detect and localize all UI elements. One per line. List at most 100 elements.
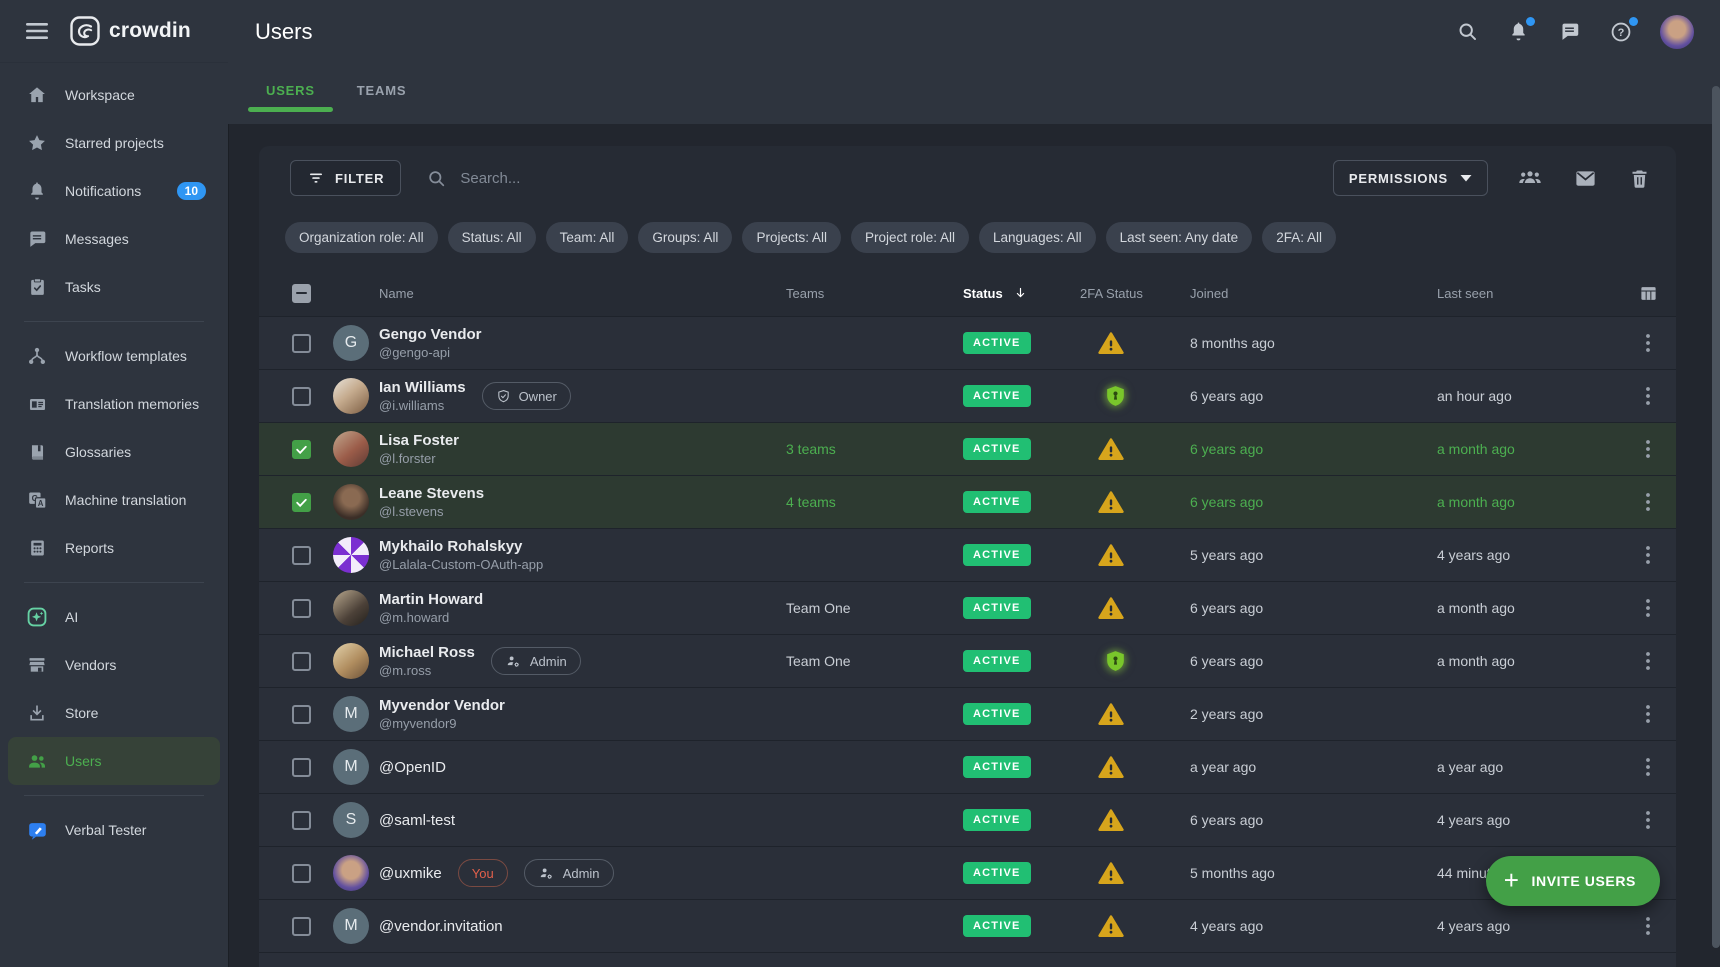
row-menu-button[interactable] (1640, 328, 1656, 358)
twofa-enabled-shield-icon (1098, 644, 1133, 679)
search-input[interactable] (458, 169, 758, 188)
row-menu-button[interactable] (1640, 434, 1656, 464)
help-button[interactable]: ? (1608, 19, 1634, 45)
twofa-warning-icon (1098, 807, 1124, 833)
filter-chip[interactable]: Languages: All (979, 222, 1096, 253)
joined-cell: 6 years ago (1190, 653, 1437, 669)
tab-teams[interactable]: TEAMS (339, 63, 425, 124)
search-icon (427, 169, 446, 188)
help-dot (1629, 17, 1638, 26)
sidebar-item-users[interactable]: Users (8, 737, 220, 785)
row-checkbox[interactable] (292, 864, 311, 883)
sidebar-item-tasks[interactable]: Tasks (8, 263, 220, 311)
filter-chip[interactable]: Last seen: Any date (1106, 222, 1253, 253)
row-menu-button[interactable] (1640, 911, 1656, 941)
permissions-button-label: PERMISSIONS (1349, 171, 1448, 186)
filter-chip[interactable]: Status: All (448, 222, 536, 253)
teams-link[interactable]: 4 teams (786, 494, 836, 510)
badge-label: Owner (519, 389, 557, 404)
row-menu-button[interactable] (1640, 752, 1656, 782)
twofa-enabled-shield-icon (1098, 379, 1133, 414)
sidebar-item-reports[interactable]: Reports (8, 524, 220, 572)
profile-avatar[interactable] (1660, 15, 1694, 49)
teams-link[interactable]: 3 teams (786, 441, 836, 457)
row-menu-button[interactable] (1640, 593, 1656, 623)
sidebar-item-workspace[interactable]: Workspace (8, 71, 220, 119)
filter-chip[interactable]: Team: All (546, 222, 629, 253)
sidebar-item-verbal-tester[interactable]: Verbal Tester (8, 806, 220, 854)
row-checkbox[interactable] (292, 493, 311, 512)
select-all-checkbox[interactable] (292, 284, 311, 303)
filter-chip[interactable]: Groups: All (638, 222, 732, 253)
sidebar-item-ai[interactable]: AI (8, 593, 220, 641)
sidebar-item-label: Reports (65, 540, 114, 556)
home-icon (26, 84, 48, 106)
row-checkbox[interactable] (292, 440, 311, 459)
status-badge: ACTIVE (963, 597, 1031, 619)
row-menu-button[interactable] (1640, 699, 1656, 729)
filter-chip[interactable]: Organization role: All (285, 222, 438, 253)
filter-chip[interactable]: 2FA: All (1262, 222, 1336, 253)
row-checkbox[interactable] (292, 811, 311, 830)
filter-button[interactable]: FILTER (290, 160, 401, 196)
last-seen-cell: 4 years ago (1437, 547, 1620, 563)
email-users-button[interactable] (1572, 165, 1599, 192)
twofa-warning-icon (1098, 754, 1124, 780)
delete-users-button[interactable] (1627, 166, 1652, 191)
filter-chip[interactable]: Projects: All (742, 222, 841, 253)
row-checkbox[interactable] (292, 652, 311, 671)
bell-icon (1508, 21, 1529, 42)
columns-icon (1639, 284, 1658, 303)
row-checkbox[interactable] (292, 546, 311, 565)
table-row-partial (259, 952, 1676, 967)
column-header-name: Name (379, 286, 786, 301)
row-menu-button[interactable] (1640, 646, 1656, 676)
filter-chip[interactable]: Project role: All (851, 222, 969, 253)
sidebar-item-store[interactable]: Store (8, 689, 220, 737)
users-toolbar: FILTER PERMISSIONS (290, 160, 1652, 196)
row-checkbox[interactable] (292, 599, 311, 618)
notifications-button[interactable] (1506, 19, 1531, 44)
scrollbar-thumb[interactable] (1712, 86, 1720, 948)
sidebar-item-machine-translation[interactable]: GAMachine translation (8, 476, 220, 524)
row-menu-button[interactable] (1640, 540, 1656, 570)
tab-users[interactable]: USERS (248, 63, 333, 124)
twofa-warning-icon (1098, 542, 1124, 568)
status-badge: ACTIVE (963, 809, 1031, 831)
user-gear-icon (538, 866, 555, 881)
row-checkbox[interactable] (292, 387, 311, 406)
crowdin-logo[interactable]: crowdin (70, 16, 191, 46)
menu-toggle-button[interactable] (22, 19, 52, 43)
row-menu-button[interactable] (1640, 381, 1656, 411)
add-to-group-button[interactable] (1516, 164, 1544, 192)
messages-button[interactable] (1557, 19, 1582, 44)
row-checkbox[interactable] (292, 758, 311, 777)
sidebar-item-translation-memories[interactable]: Translation memories (8, 380, 220, 428)
badge-label: Admin (563, 866, 600, 881)
user-name: Martin Howard (379, 591, 483, 608)
sidebar-item-notifications[interactable]: Notifications10 (8, 167, 220, 215)
filter-chips: Organization role: All Status: All Team: A… (285, 222, 1652, 253)
row-menu-button[interactable] (1640, 487, 1656, 517)
sidebar-item-workflow-templates[interactable]: Workflow templates (8, 332, 220, 380)
table-row: Ian Williams@i.williamsOwnerACTIVE6 year… (259, 369, 1676, 422)
permissions-button[interactable]: PERMISSIONS (1333, 160, 1488, 196)
row-checkbox[interactable] (292, 334, 311, 353)
table-columns-settings-button[interactable] (1637, 282, 1660, 305)
user-username: @OpenID (379, 759, 446, 776)
row-checkbox[interactable] (292, 917, 311, 936)
verbal-icon (26, 819, 48, 841)
group-icon (1518, 166, 1542, 190)
column-header-status[interactable]: Status (963, 286, 1080, 301)
sidebar-item-label: Workspace (65, 87, 135, 103)
row-checkbox[interactable] (292, 705, 311, 724)
global-search-button[interactable] (1455, 19, 1480, 44)
row-menu-button[interactable] (1640, 805, 1656, 835)
sidebar-item-glossaries[interactable]: Glossaries (8, 428, 220, 476)
status-badge: ACTIVE (963, 915, 1031, 937)
sidebar-item-starred-projects[interactable]: Starred projects (8, 119, 220, 167)
sidebar-item-vendors[interactable]: Vendors (8, 641, 220, 689)
sidebar-item-messages[interactable]: Messages (8, 215, 220, 263)
search-box (427, 169, 758, 188)
invite-users-button[interactable]: + INVITE USERS (1486, 856, 1660, 906)
